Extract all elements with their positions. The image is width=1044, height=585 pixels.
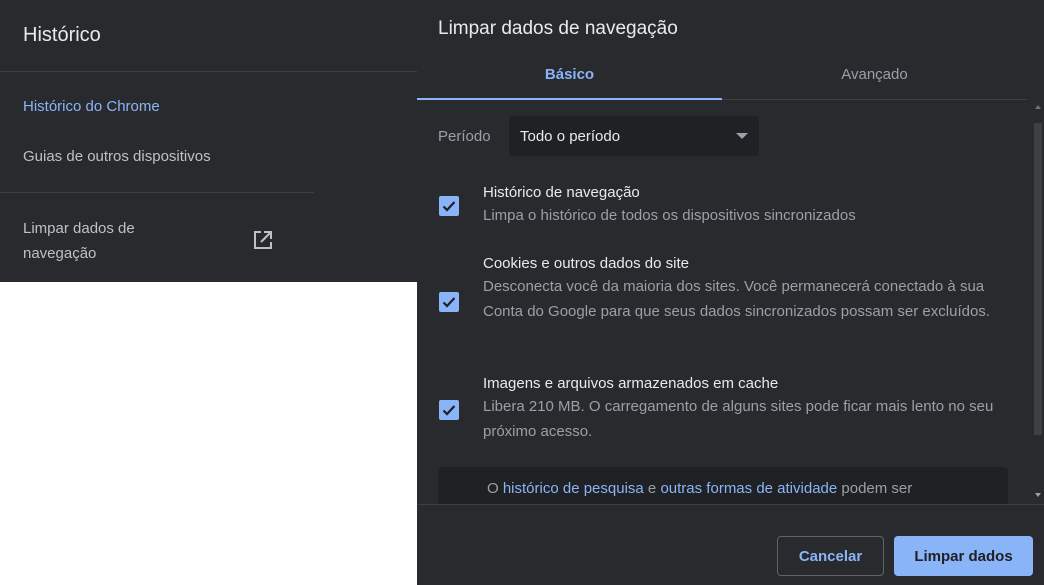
- chrome-history-page: Histórico Histórico do Chrome Guias de o…: [0, 0, 1044, 585]
- sidebar-item-clear-browsing-data[interactable]: Limpar dados de navegação: [23, 216, 303, 266]
- option-description: Limpa o histórico de todos os dispositiv…: [483, 207, 856, 224]
- option-title: Cookies e outros dados do site: [483, 255, 689, 272]
- dialog-content: Período Todo o período Histórico de nave…: [417, 101, 1034, 504]
- option-description: Desconecta você da maioria dos sites. Vo…: [483, 278, 990, 320]
- clear-browsing-data-label: Limpar dados de navegação: [23, 220, 135, 262]
- open-in-new-icon: [252, 229, 274, 251]
- period-row: Período Todo o período: [438, 116, 759, 156]
- search-history-info-box: O histórico de pesquisa e outras formas …: [438, 467, 1008, 504]
- sidebar-divider: [0, 192, 314, 193]
- info-prefix: O: [487, 480, 503, 497]
- option-title: Histórico de navegação: [483, 184, 640, 201]
- checkmark-icon: [442, 405, 456, 416]
- dialog-footer: Cancelar Limpar dados: [417, 504, 1044, 585]
- period-select[interactable]: Todo o período: [509, 116, 759, 156]
- chevron-down-icon: [736, 133, 748, 139]
- clear-data-button[interactable]: Limpar dados: [894, 536, 1033, 576]
- cache-checkbox[interactable]: [439, 400, 459, 420]
- dialog-scrollbar[interactable]: [1032, 101, 1044, 504]
- other-activity-link[interactable]: outras formas de atividade: [660, 480, 837, 497]
- info-middle: e: [643, 480, 661, 497]
- scroll-thumb[interactable]: [1034, 123, 1042, 435]
- option-description: Libera 210 MB. O carregamento de alguns …: [483, 398, 994, 440]
- period-label: Período: [438, 127, 491, 145]
- tab-advanced[interactable]: Avançado: [722, 54, 1027, 100]
- sidebar-header: Histórico: [0, 0, 417, 72]
- option-text: Imagens e arquivos armazenados em cache …: [483, 374, 1028, 444]
- option-title: Imagens e arquivos armazenados em cache: [483, 375, 779, 392]
- sidebar-item-chrome-history[interactable]: Histórico do Chrome: [23, 98, 160, 115]
- sidebar-title: Histórico: [23, 24, 101, 46]
- checkmark-icon: [442, 297, 456, 308]
- dialog-title: Limpar dados de navegação: [438, 18, 678, 39]
- period-select-value: Todo o período: [520, 127, 621, 145]
- search-history-link[interactable]: histórico de pesquisa: [503, 480, 644, 497]
- info-suffix: podem ser: [837, 480, 913, 497]
- tab-basic[interactable]: Básico: [417, 54, 722, 100]
- history-sidebar: Histórico Histórico do Chrome Guias de o…: [0, 0, 417, 282]
- dialog-tabs: Básico Avançado: [417, 54, 1027, 100]
- sidebar-item-other-devices[interactable]: Guias de outros dispositivos: [23, 148, 211, 165]
- option-text: Cookies e outros dados do site Desconect…: [483, 254, 1028, 324]
- scroll-down-arrow-icon[interactable]: [1035, 493, 1041, 497]
- checkmark-icon: [442, 201, 456, 212]
- clear-browsing-data-dialog: Limpar dados de navegação Básico Avançad…: [417, 0, 1044, 585]
- option-text: Histórico de navegação Limpa o histórico…: [483, 183, 1028, 228]
- cancel-button[interactable]: Cancelar: [777, 536, 884, 576]
- scroll-up-arrow-icon[interactable]: [1035, 105, 1041, 109]
- browsing-history-checkbox[interactable]: [439, 196, 459, 216]
- cookies-checkbox[interactable]: [439, 292, 459, 312]
